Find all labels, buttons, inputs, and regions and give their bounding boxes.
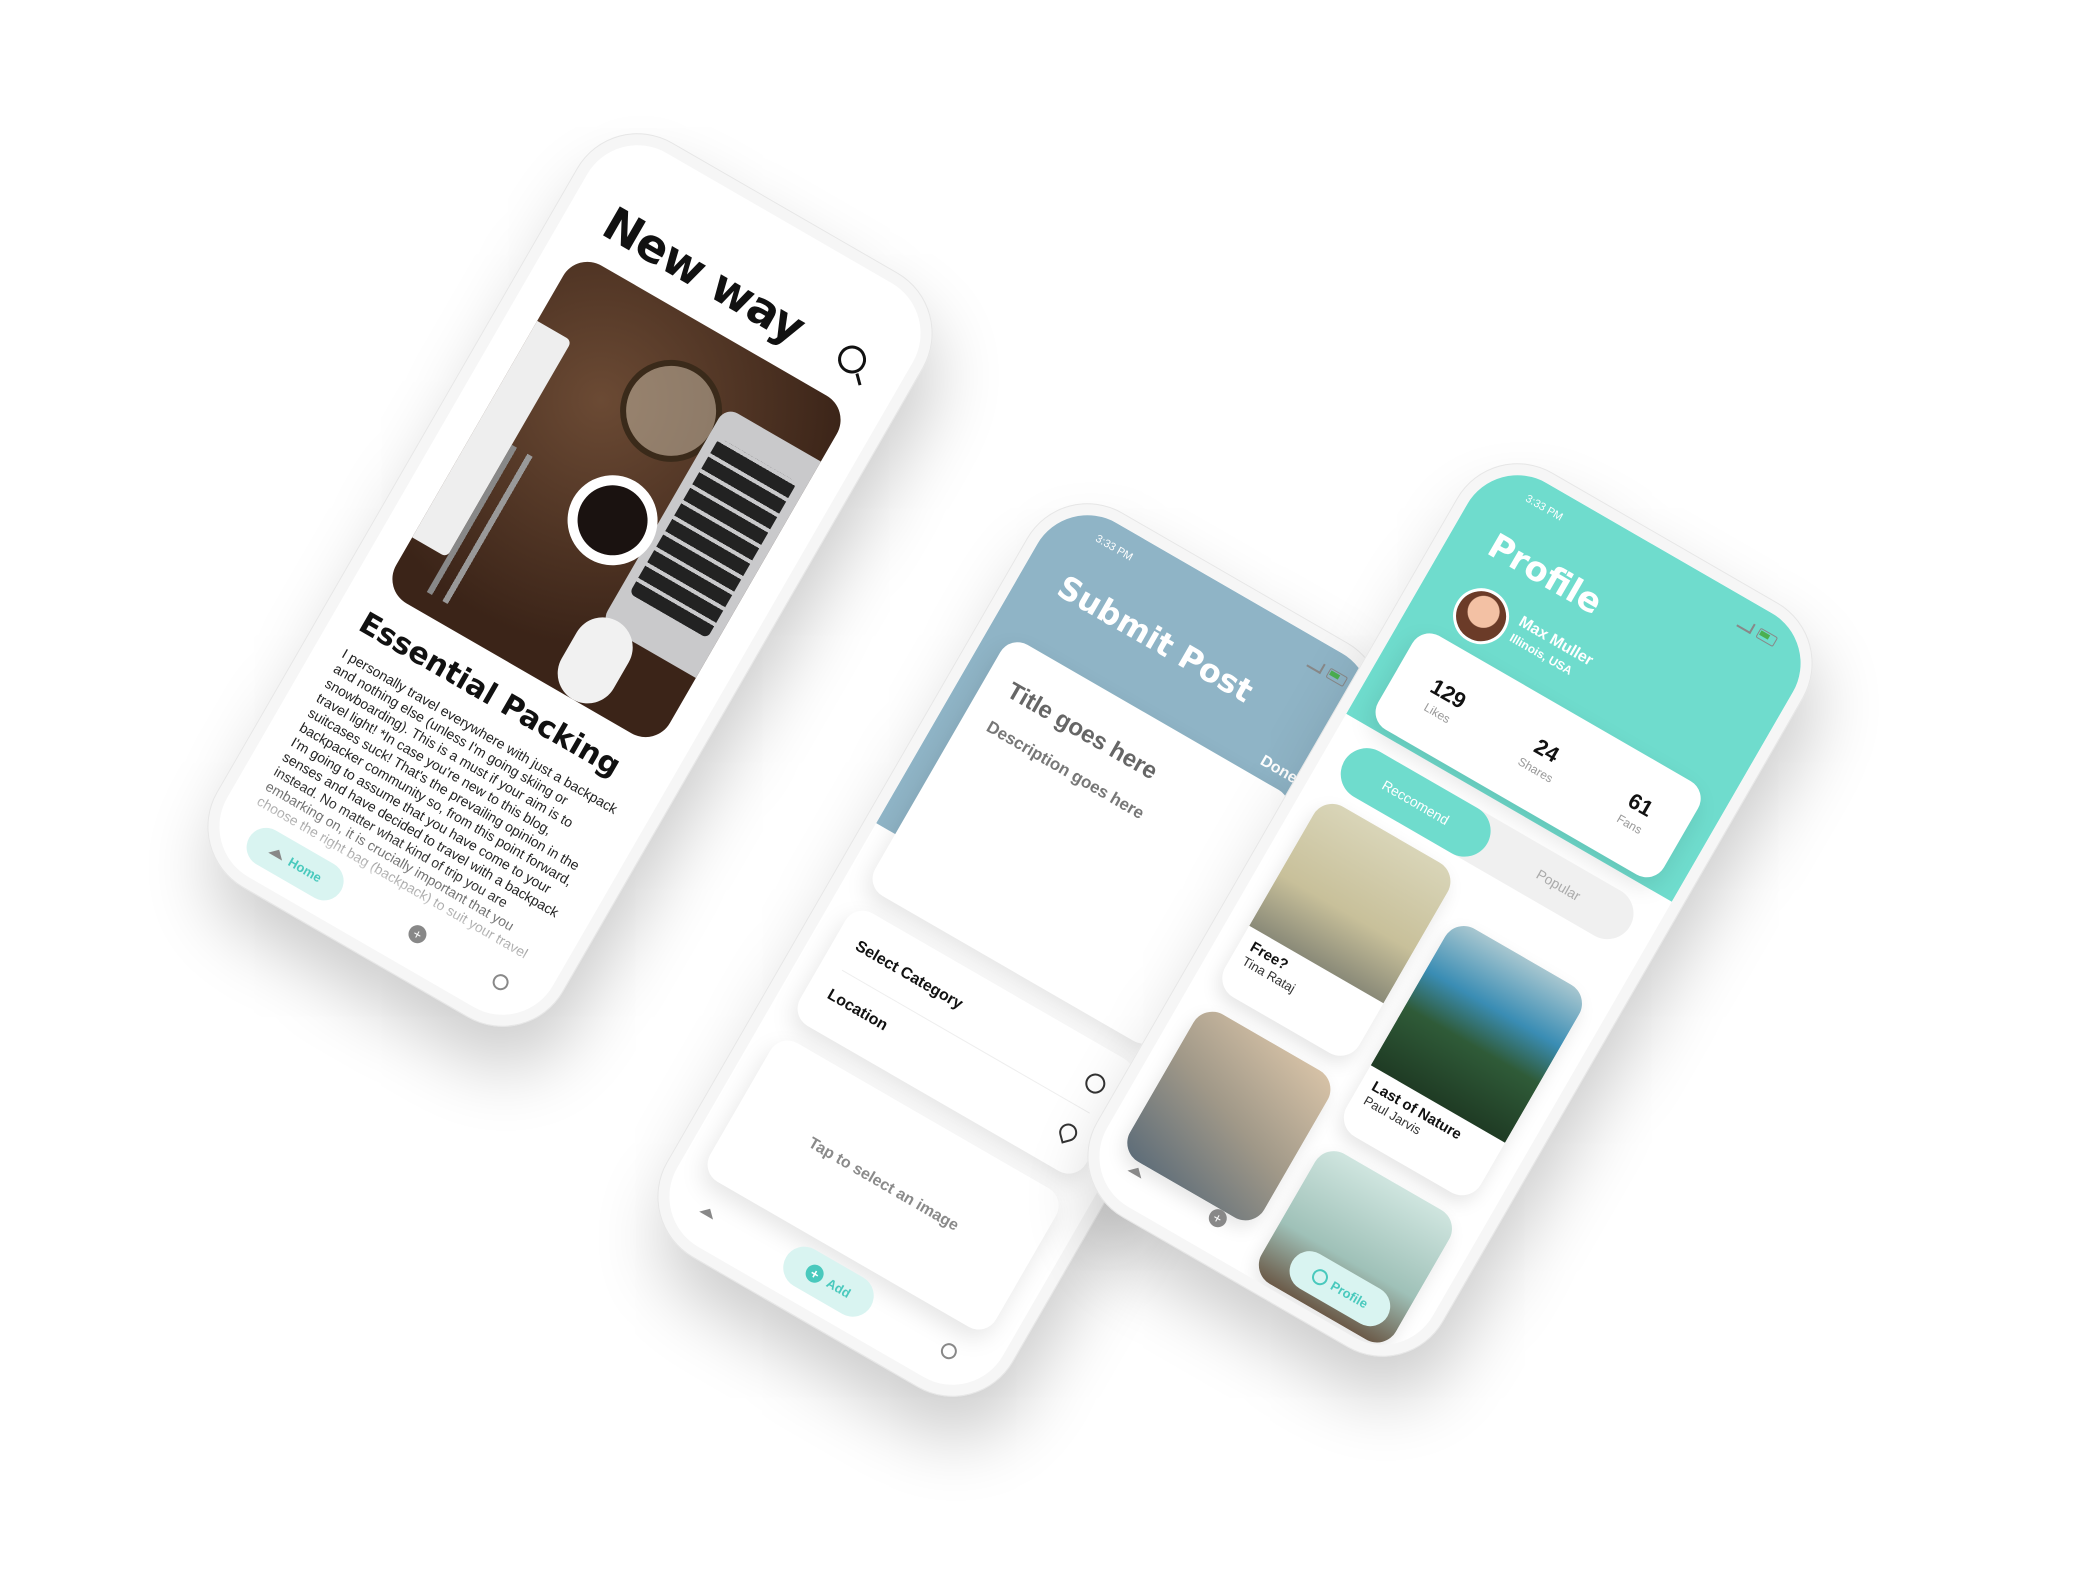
add-icon[interactable]: + (1205, 1205, 1230, 1231)
add-icon[interactable]: + (405, 921, 430, 947)
home-icon[interactable] (699, 1204, 718, 1220)
stat-fans: 61 Fans (1614, 787, 1658, 837)
nav-home-label: Home (285, 853, 325, 885)
stat-shares: 24 Shares (1516, 730, 1570, 786)
add-icon: + (802, 1261, 828, 1287)
location-label: Location (824, 986, 891, 1035)
home-icon[interactable] (1127, 1163, 1145, 1179)
location-pin-icon (1057, 1121, 1080, 1144)
profile-icon[interactable] (489, 971, 512, 993)
image-prompt: Tap to select an image (805, 1134, 962, 1235)
smile-icon (1081, 1069, 1109, 1098)
home-icon (268, 845, 287, 861)
nav-add-label: Add (824, 1274, 854, 1301)
profile-icon[interactable] (937, 1340, 960, 1363)
signal-icon (1736, 616, 1756, 634)
signal-icon (1306, 656, 1326, 674)
nav-profile-label: Profile (1328, 1277, 1371, 1311)
stat-likes: 129 Likes (1418, 674, 1470, 729)
profile-icon (1308, 1266, 1331, 1289)
search-icon[interactable] (832, 340, 872, 379)
